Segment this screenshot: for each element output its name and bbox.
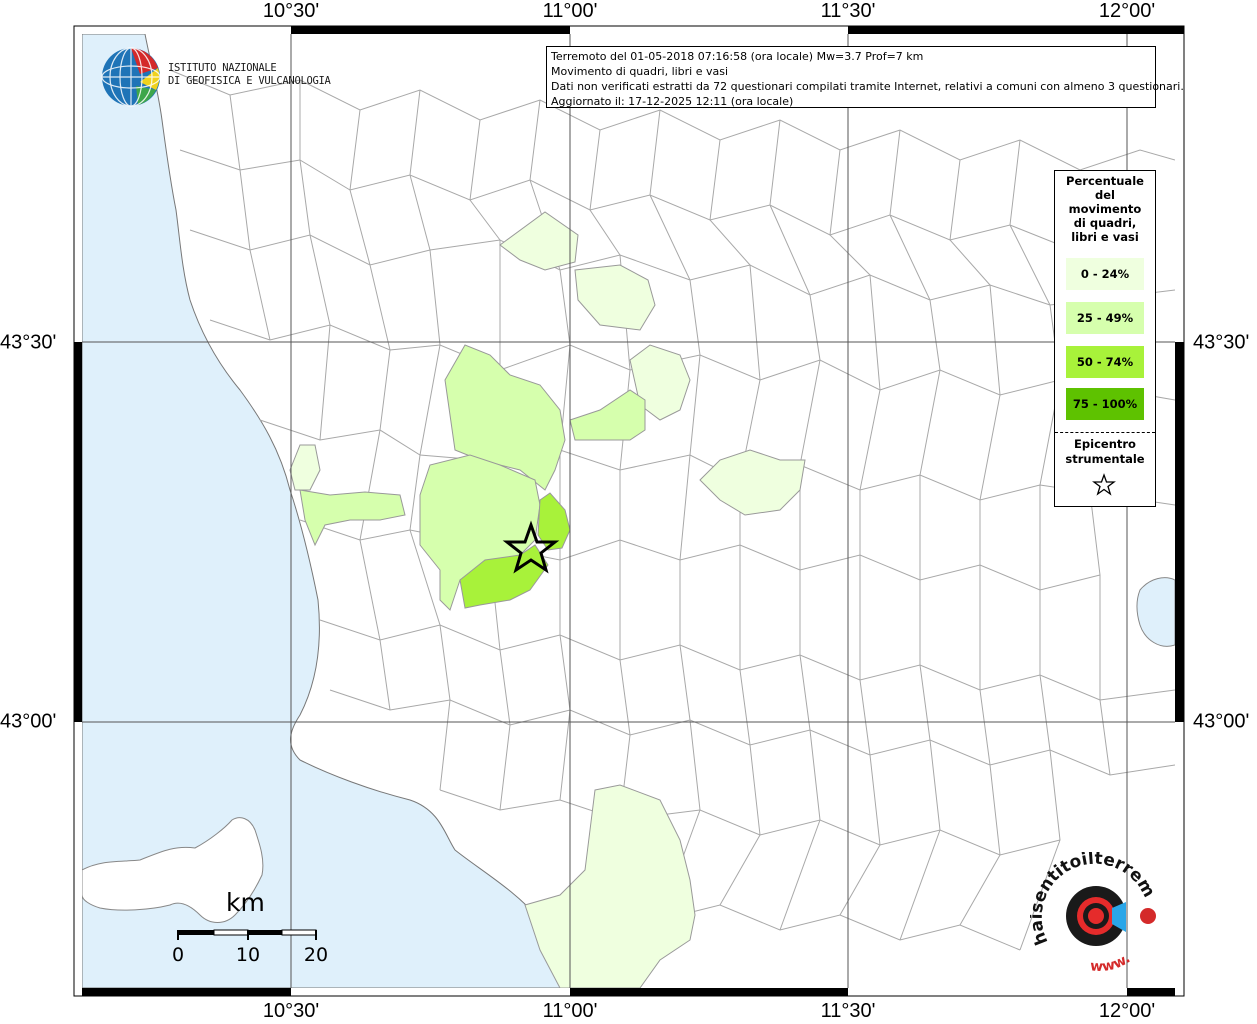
scale-tick-0: 0 — [171, 944, 185, 966]
right-label-4330: 43°30' — [1193, 331, 1250, 354]
legend-star-icon — [1092, 473, 1116, 496]
legend-class-25-49: 25 - 49% — [1065, 301, 1145, 335]
ingv-globe-icon — [101, 47, 161, 107]
top-label-1200: 12°00' — [1098, 0, 1156, 22]
right-label-4300: 43°00' — [1193, 710, 1250, 733]
legend-class-0-24: 0 - 24% — [1065, 257, 1145, 291]
haisentito-logo-icon: haisentitoilterremoto.it www. — [1030, 852, 1159, 976]
legend-epicenter-line: strumentale — [1065, 452, 1145, 466]
event-info-box: Terremoto del 01-05-2018 07:16:58 (ora l… — [546, 46, 1184, 108]
legend-class-75-100: 75 - 100% — [1065, 387, 1145, 421]
scale-unit-label: km — [226, 888, 265, 917]
bottom-label-1030: 10°30' — [262, 1000, 320, 1022]
legend: Percentuale del movimento di quadri, lib… — [1054, 170, 1156, 507]
legend-title-line: Percentuale — [1066, 174, 1144, 188]
left-label-4330: 43°30' — [0, 331, 57, 354]
top-label-1130: 11°30' — [820, 0, 876, 22]
bottom-label-1100: 11°00' — [542, 1000, 598, 1022]
haisentito-www: www. — [1090, 951, 1134, 976]
data-note-line: Dati non verificati estratti da 72 quest… — [551, 80, 1184, 93]
parameter-line: Movimento di quadri, libri e vasi — [551, 65, 729, 78]
legend-title-line: libri e vasi — [1071, 230, 1139, 244]
legend-title-line: movimento — [1068, 202, 1142, 216]
scale-tick-10: 10 — [235, 944, 261, 966]
updated-line: Aggiornato il: 17-12-2025 12:11 (ora loc… — [551, 95, 794, 108]
legend-separator — [1055, 432, 1155, 433]
event-line: Terremoto del 01-05-2018 07:16:58 (ora l… — [551, 50, 924, 63]
scale-tick-20: 20 — [303, 944, 329, 966]
legend-title-line: del — [1095, 188, 1115, 202]
top-label-1100: 11°00' — [542, 0, 598, 22]
ingv-name-line: ISTITUTO NAZIONALE — [168, 62, 277, 74]
bottom-label-1130: 11°30' — [820, 1000, 876, 1022]
legend-title: Percentuale del movimento di quadri, lib… — [1055, 171, 1155, 244]
legend-epicenter-line: Epicentro — [1074, 437, 1136, 451]
left-label-4300: 43°00' — [0, 710, 57, 733]
ingv-name-line: DI GEOFISICA E VULCANOLOGIA — [168, 75, 331, 87]
svg-text:www.: www. — [1090, 951, 1134, 976]
legend-epicenter-label: Epicentro strumentale — [1055, 437, 1155, 467]
top-label-1030: 10°30' — [262, 0, 320, 22]
bottom-label-1200: 12°00' — [1098, 1000, 1156, 1022]
ingv-name: ISTITUTO NAZIONALE DI GEOFISICA E VULCAN… — [168, 62, 331, 88]
legend-title-line: di quadri, — [1073, 216, 1137, 230]
legend-class-50-74: 50 - 74% — [1065, 345, 1145, 379]
